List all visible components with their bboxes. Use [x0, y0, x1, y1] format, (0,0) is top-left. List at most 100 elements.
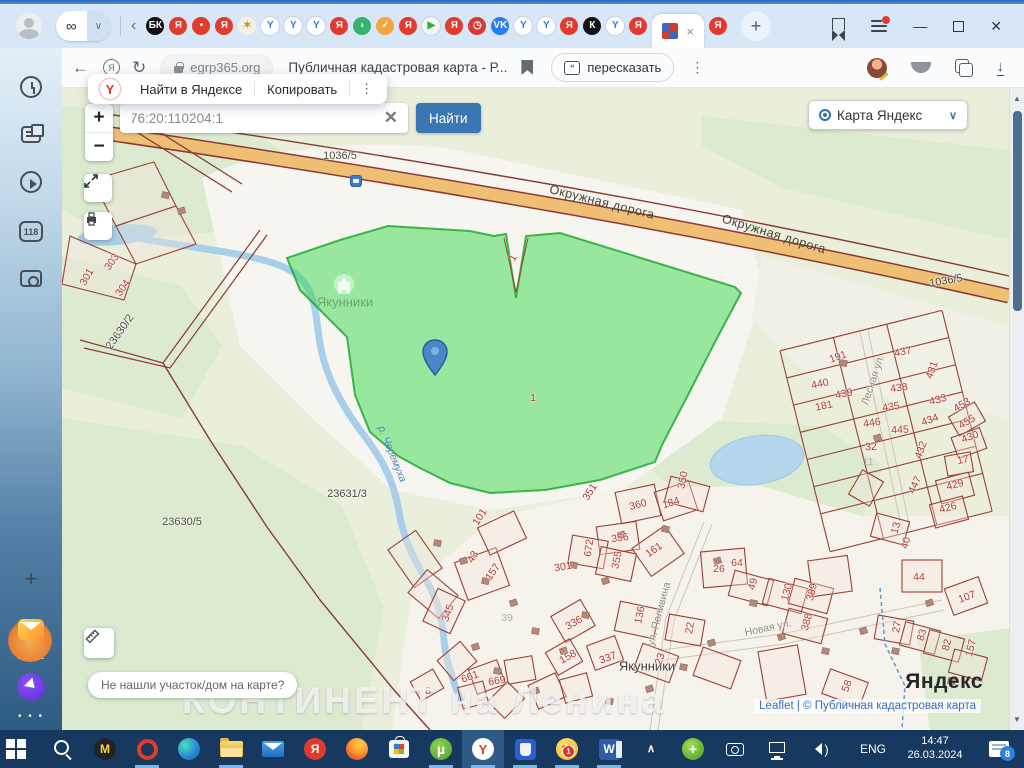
bookmarks-panel-icon[interactable]: [831, 18, 846, 41]
more-actions-icon[interactable]: ⋮: [350, 82, 383, 95]
close-tab-icon[interactable]: ×: [686, 24, 694, 39]
taskbar-word-icon[interactable]: W: [588, 730, 630, 768]
map-canvas[interactable]: 1036/5 1036/5 23630/2 23630/5 23631/3 Окружна…: [62, 88, 1009, 730]
scroll-down-icon[interactable]: ▼: [1013, 709, 1021, 730]
history-icon[interactable]: [20, 76, 42, 98]
tab-favicon[interactable]: К: [583, 17, 602, 35]
tab-favicon[interactable]: ✓: [376, 17, 395, 35]
tab-favicon[interactable]: •: [192, 17, 211, 35]
tab-counter-badge[interactable]: 118: [19, 221, 43, 242]
close-button[interactable]: ✕: [990, 18, 1002, 35]
taskbar-vol-icon[interactable]: [798, 730, 840, 768]
fullscreen-button[interactable]: [84, 174, 112, 202]
video-icon[interactable]: [20, 171, 42, 193]
active-tab[interactable]: ×: [652, 14, 704, 48]
tab-favicon[interactable]: Y: [307, 17, 326, 35]
url-text[interactable]: egrp365.org: [190, 60, 260, 75]
tab-group-pill[interactable]: ∞ ∨: [56, 11, 111, 41]
tab-favicon[interactable]: ▶: [422, 17, 441, 35]
taskbar-start-icon[interactable]: [0, 730, 42, 768]
tab-favicon[interactable]: Я: [708, 17, 727, 35]
search-button[interactable]: Найти: [120, 103, 481, 133]
find-in-yandex-item[interactable]: Найти в Яндексе: [128, 82, 254, 97]
sidebar-add-icon[interactable]: +: [19, 567, 43, 591]
tabs-scroll-left-icon[interactable]: ‹: [131, 17, 136, 35]
profile-extension-icon[interactable]: [866, 57, 887, 78]
tab-favicon[interactable]: Я: [330, 17, 349, 35]
yandex-map-logo[interactable]: Яндекс: [905, 670, 983, 694]
tab-favicon[interactable]: Я: [399, 17, 418, 35]
search-input[interactable]: 76:20:110204:1 ✕: [120, 103, 408, 133]
taskbar-chevron-icon[interactable]: ∧: [630, 730, 672, 768]
feed-icon[interactable]: [21, 124, 44, 143]
zoom-in-button[interactable]: +: [85, 104, 113, 133]
taskbar-mail-icon[interactable]: [252, 730, 294, 768]
taskbar-ybrowser-icon[interactable]: Я: [294, 730, 336, 768]
taskbar-firefox-icon[interactable]: [336, 730, 378, 768]
taskbar-mila-icon[interactable]: М: [84, 730, 126, 768]
taskbar-net-icon[interactable]: [756, 730, 798, 768]
tab-favicon[interactable]: Y: [284, 17, 303, 35]
scroll-up-icon[interactable]: ▲: [1013, 88, 1021, 109]
clear-search-icon[interactable]: ✕: [384, 108, 398, 128]
tab-favicon[interactable]: ✶: [238, 17, 257, 35]
alice-dome-icon[interactable]: [910, 62, 931, 73]
taskbar-opera-icon[interactable]: [126, 730, 168, 768]
taskbar-explorer-icon[interactable]: [210, 730, 252, 768]
tab-favicon[interactable]: ◗: [353, 17, 372, 35]
infinity-tab-label[interactable]: ∞: [56, 18, 87, 35]
tab-favicon[interactable]: Я: [215, 17, 234, 35]
profile-avatar[interactable]: [16, 13, 42, 39]
tab-favicon[interactable]: ◷: [468, 17, 487, 35]
taskbar-onec-icon[interactable]: 1С1: [546, 730, 588, 768]
bookmark-icon[interactable]: [521, 60, 534, 75]
not-found-prompt[interactable]: Не нашли участок/дом на карте?: [88, 672, 298, 698]
clock-time: 14:47: [921, 735, 949, 748]
taskbar-shield-icon[interactable]: +: [672, 730, 714, 768]
taskbar-yandex-icon[interactable]: Y: [462, 730, 504, 768]
tab-favicon[interactable]: Y: [261, 17, 280, 35]
measure-button[interactable]: [84, 628, 114, 658]
back-button[interactable]: ←: [72, 58, 89, 78]
collections-icon[interactable]: [954, 58, 973, 77]
scrollbar-thumb[interactable]: [1012, 111, 1022, 311]
tab-favicon[interactable]: Я: [169, 17, 188, 35]
maximize-button[interactable]: [953, 20, 965, 32]
sidebar-more-icon[interactable]: • • •: [18, 711, 44, 722]
taskbar-utorrent-icon[interactable]: µ: [420, 730, 462, 768]
notification-center[interactable]: 8: [974, 730, 1024, 768]
taskbar-app-icon[interactable]: [504, 730, 546, 768]
taskbar-cam-icon[interactable]: [714, 730, 756, 768]
taskbar-edge-icon[interactable]: [168, 730, 210, 768]
taskbar-store-icon[interactable]: [378, 730, 420, 768]
tab-favicon[interactable]: Я: [560, 17, 579, 35]
tab-favicon[interactable]: БК: [146, 17, 165, 35]
tab-strip: БК Я • Я ✶ Y Y Y Я ◗ ✓ Я ▶ Я ◷ VK Y Y Я К Y Я × Я: [146, 4, 727, 48]
tab-favicon[interactable]: VK: [491, 17, 510, 35]
page-scrollbar[interactable]: ▲ ▼: [1009, 88, 1024, 730]
tab-favicon[interactable]: Y: [606, 17, 625, 35]
tab-favicon[interactable]: Я: [629, 17, 648, 35]
screenshot-icon[interactable]: [20, 270, 42, 287]
tab-favicon[interactable]: Y: [537, 17, 556, 35]
more-options-icon[interactable]: ⋮: [690, 60, 704, 73]
chevron-down-icon[interactable]: ∨: [86, 11, 111, 41]
map-attribution[interactable]: Leaflet | © Публичная кадастровая карта: [754, 699, 981, 713]
browser-menu-icon[interactable]: [871, 16, 891, 32]
alice-icon[interactable]: [17, 673, 45, 701]
taskbar-clock[interactable]: 14:47 26.03.2024: [896, 730, 974, 768]
new-tab-button[interactable]: +: [740, 11, 771, 41]
minimize-button[interactable]: —: [913, 18, 927, 34]
tab-favicon[interactable]: Я: [445, 17, 464, 35]
taskbar-search-icon[interactable]: [42, 730, 84, 768]
zoom-out-button[interactable]: −: [85, 133, 113, 161]
language-indicator[interactable]: ENG: [850, 730, 896, 768]
yandex-mail-icon[interactable]: [18, 619, 44, 640]
layer-selector[interactable]: Карта Яндекс ∨: [808, 100, 968, 130]
downloads-icon[interactable]: ↓: [996, 59, 1004, 76]
print-button[interactable]: [84, 212, 112, 240]
copy-item[interactable]: Копировать: [255, 82, 349, 97]
tab-favicon[interactable]: Y: [514, 17, 533, 35]
summarize-button[interactable]: “ пересказать: [551, 53, 675, 82]
search-value[interactable]: 76:20:110204:1: [130, 111, 223, 126]
